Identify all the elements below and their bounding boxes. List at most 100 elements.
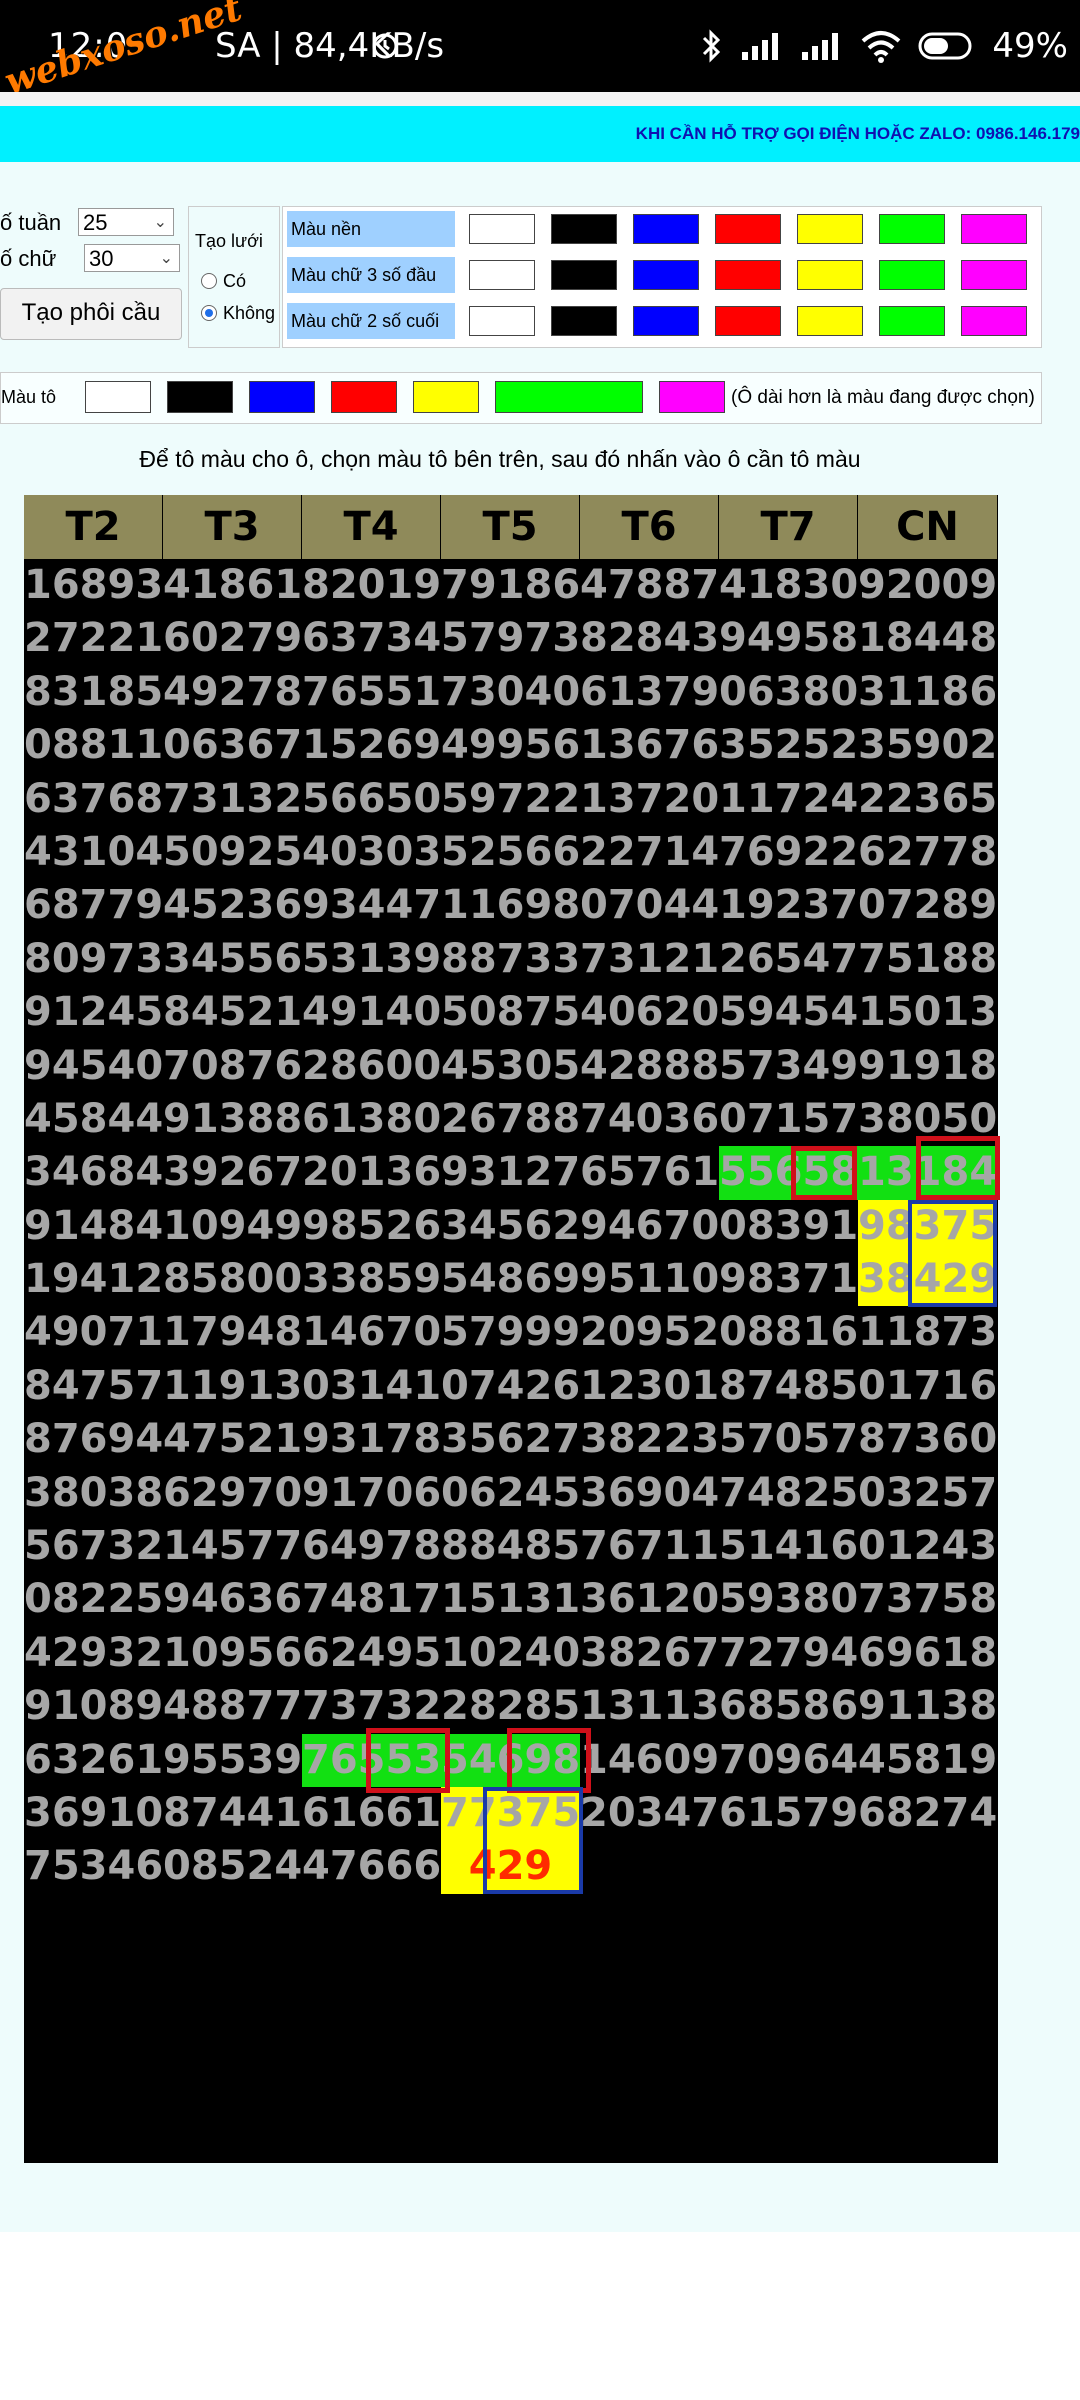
- number-cell[interactable]: 87694: [24, 1413, 163, 1466]
- number-cell[interactable]: 54869: [441, 1253, 580, 1306]
- number-cell[interactable]: 76711: [580, 1520, 719, 1573]
- number-cell[interactable]: 92009: [858, 559, 997, 612]
- number-cell[interactable]: 35252: [719, 719, 858, 772]
- number-cell[interactable]: 38038: [24, 1467, 163, 1520]
- number-cell[interactable]: 91484: [24, 1200, 163, 1253]
- number-cell[interactable]: 93178: [302, 1413, 441, 1466]
- number-cell[interactable]: 34684: [24, 1146, 163, 1199]
- number-cell[interactable]: 73732: [302, 1680, 441, 1733]
- color-swatch[interactable]: [879, 214, 945, 244]
- number-cell[interactable]: 76551: [302, 666, 441, 719]
- number-cell[interactable]: 10240: [441, 1627, 580, 1680]
- number-cell[interactable]: 41861: [163, 559, 302, 612]
- number-cell[interactable]: 50875: [441, 986, 580, 1039]
- number-cell[interactable]: 93447: [302, 879, 441, 932]
- number-cell[interactable]: 19237: [719, 879, 858, 932]
- number-cell[interactable]: 11724: [719, 773, 858, 826]
- number-cell[interactable]: 94636: [163, 1573, 302, 1626]
- number-cell[interactable]: 40620: [580, 986, 719, 1039]
- create-button[interactable]: Tạo phôi cầu: [0, 288, 182, 340]
- number-cell[interactable]: [719, 1840, 858, 1893]
- grid-yes-radio[interactable]: [201, 273, 217, 289]
- color-swatch[interactable]: [715, 306, 781, 336]
- number-cell[interactable]: 03141: [302, 1360, 441, 1413]
- number-cell[interactable]: 88485: [441, 1520, 580, 1573]
- number-cell[interactable]: 03257: [858, 1467, 997, 1520]
- color-swatch[interactable]: [633, 214, 699, 244]
- number-cell[interactable]: 68274: [858, 1787, 997, 1840]
- number-cell[interactable]: 06367: [163, 719, 302, 772]
- number-cell[interactable]: 45844: [24, 1093, 163, 1146]
- number-cell[interactable]: 54698: [441, 1733, 580, 1787]
- paint-swatch[interactable]: [85, 381, 151, 413]
- number-cell[interactable]: 49956: [441, 719, 580, 772]
- number-cell[interactable]: 91918: [858, 1040, 997, 1093]
- number-cell[interactable]: 35627: [441, 1413, 580, 1466]
- number-cell[interactable]: 45236: [163, 879, 302, 932]
- number-cell[interactable]: 57349: [719, 1040, 858, 1093]
- number-cell[interactable]: 07157: [719, 1093, 858, 1146]
- number-cell[interactable]: 11913: [163, 1360, 302, 1413]
- number-cell[interactable]: 50925: [163, 826, 302, 879]
- number-cell[interactable]: 94670: [580, 1200, 719, 1253]
- number-cell[interactable]: 94958: [719, 612, 858, 665]
- number-cell[interactable]: 70876: [163, 1040, 302, 1093]
- number-cell[interactable]: 63261: [24, 1734, 163, 1787]
- number-cell[interactable]: 35902: [858, 719, 997, 772]
- number-cell[interactable]: 10949: [163, 1200, 302, 1253]
- number-cell[interactable]: 19412: [24, 1253, 163, 1306]
- number-cell[interactable]: 72794: [719, 1627, 858, 1680]
- number-cell[interactable]: 11698: [441, 879, 580, 932]
- number-cell[interactable]: 84521: [163, 986, 302, 1039]
- number-cell[interactable]: 42888: [580, 1040, 719, 1093]
- number-cell[interactable]: 36910: [24, 1787, 163, 1840]
- number-cell[interactable]: 91388: [163, 1093, 302, 1146]
- number-cell[interactable]: 429: [441, 1840, 580, 1894]
- number-cell[interactable]: 57057: [719, 1413, 858, 1466]
- number-cell[interactable]: 07426: [441, 1360, 580, 1413]
- number-cell[interactable]: 15013: [858, 986, 997, 1039]
- paint-swatch-selected[interactable]: [495, 381, 643, 413]
- number-cell[interactable]: 06380: [719, 666, 858, 719]
- number-cell[interactable]: 42932: [24, 1627, 163, 1680]
- number-cell[interactable]: 07289: [858, 879, 997, 932]
- number-cell[interactable]: 15269: [302, 719, 441, 772]
- color-swatch[interactable]: [633, 260, 699, 290]
- number-cell[interactable]: 98371: [719, 1253, 858, 1306]
- number-cell[interactable]: 33859: [302, 1253, 441, 1306]
- number-cell[interactable]: 57999: [441, 1306, 580, 1359]
- number-cell[interactable]: 76553: [302, 1733, 441, 1787]
- number-cell[interactable]: 08391: [719, 1200, 858, 1253]
- color-swatch[interactable]: [715, 214, 781, 244]
- number-cell[interactable]: 82843: [580, 612, 719, 665]
- number-cell[interactable]: 06245: [441, 1467, 580, 1520]
- number-cell[interactable]: 41830: [719, 559, 858, 612]
- number-cell[interactable]: 62970: [163, 1467, 302, 1520]
- number-cell[interactable]: 57973: [441, 612, 580, 665]
- number-cell[interactable]: 51416: [719, 1520, 858, 1573]
- number-cell[interactable]: 13113: [580, 1680, 719, 1733]
- number-cell[interactable]: 80973: [24, 933, 163, 986]
- color-swatch[interactable]: [551, 306, 617, 336]
- number-cell[interactable]: 95539: [163, 1734, 302, 1787]
- color-swatch[interactable]: [469, 214, 535, 244]
- number-cell[interactable]: 14670: [302, 1306, 441, 1359]
- number-cell[interactable]: 69618: [858, 1627, 997, 1680]
- number-cell[interactable]: 27221: [24, 612, 163, 665]
- number-cell[interactable]: 73132: [163, 773, 302, 826]
- color-swatch[interactable]: [797, 260, 863, 290]
- number-cell[interactable]: 91138: [858, 1680, 997, 1733]
- number-cell[interactable]: 16893: [24, 559, 163, 612]
- number-cell[interactable]: 26788: [441, 1093, 580, 1146]
- number-cell[interactable]: 01243: [858, 1520, 997, 1573]
- number-cell[interactable]: 43104: [24, 826, 163, 879]
- number-cell[interactable]: 14577: [163, 1520, 302, 1573]
- number-cell[interactable]: 55658: [719, 1146, 858, 1200]
- color-swatch[interactable]: [715, 260, 781, 290]
- number-cell[interactable]: 62495: [302, 1627, 441, 1680]
- number-cell[interactable]: 60279: [163, 612, 302, 665]
- number-cell[interactable]: 61579: [719, 1787, 858, 1840]
- number-cell[interactable]: 52566: [441, 826, 580, 879]
- number-cell[interactable]: [858, 1840, 997, 1893]
- number-cell[interactable]: 36120: [580, 1573, 719, 1626]
